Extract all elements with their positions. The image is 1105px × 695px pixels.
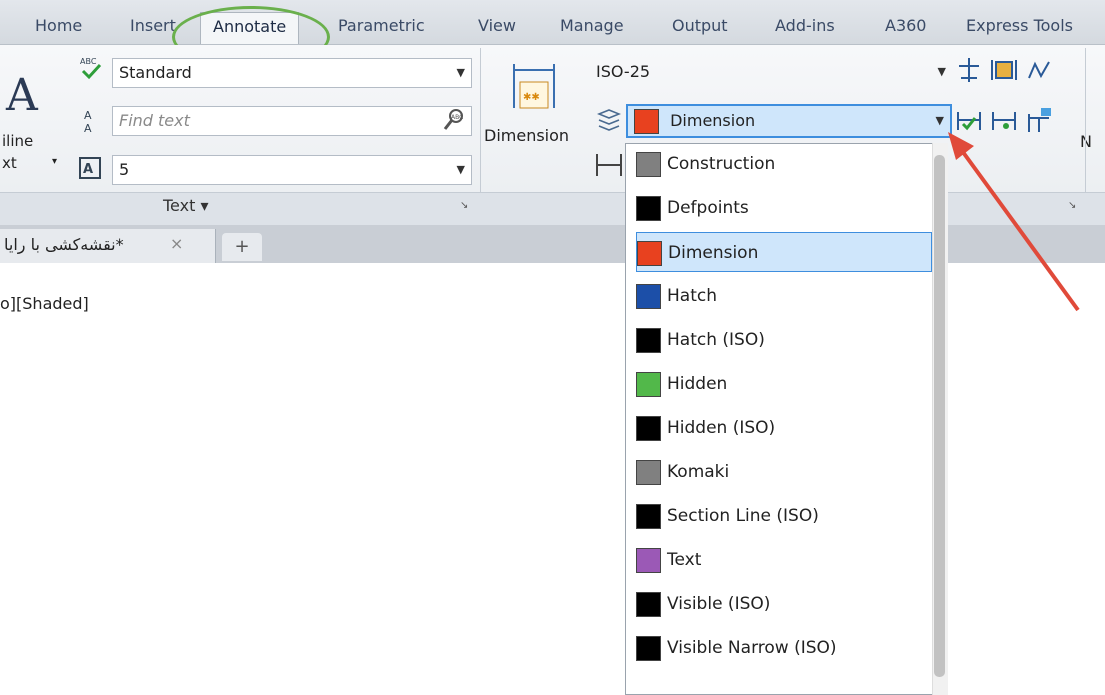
tab-parametric[interactable]: Parametric [338, 16, 425, 35]
layer-color-swatch [634, 109, 659, 134]
tab-view[interactable]: View [478, 16, 516, 35]
dim-break-icon[interactable] [955, 56, 983, 88]
layer-option-construction[interactable]: Construction [636, 144, 932, 184]
dimension-button-label[interactable]: Dimension [484, 126, 569, 145]
tab-home[interactable]: Home [35, 16, 82, 35]
red-arrow-annotation [940, 130, 1090, 324]
layer-option-label: Komaki [667, 462, 730, 482]
color-swatch [636, 151, 661, 177]
layers-icon[interactable] [596, 108, 622, 136]
svg-text:ABC: ABC [80, 57, 97, 66]
layer-option-visible-narrow-iso[interactable]: Visible Narrow (ISO) [636, 628, 932, 668]
chevron-down-icon: ▼ [937, 65, 946, 78]
layer-option-label: Hidden (ISO) [667, 418, 776, 438]
panel-launcher-icon[interactable]: ↘ [460, 200, 468, 211]
tab-insert[interactable]: Insert [130, 16, 176, 35]
color-swatch [636, 327, 661, 353]
spellcheck-icon[interactable]: ABC [78, 55, 104, 81]
tab-output[interactable]: Output [672, 16, 728, 35]
layer-option-komaki[interactable]: Komaki [636, 452, 932, 492]
svg-text:A: A [83, 162, 93, 177]
layer-option-dimension[interactable]: Dimension [636, 232, 932, 272]
text-height-field-icon[interactable]: A [78, 155, 104, 181]
dropdown-arrow-icon[interactable]: ▾ [52, 156, 57, 167]
dimstyle-value: ISO-25 [596, 62, 651, 81]
color-swatch [636, 503, 661, 529]
text-panel-title[interactable]: Text ▾ [163, 196, 208, 215]
layer-option-label: Construction [667, 154, 776, 174]
ribbon-tab-bar: Home Insert Annotate Parametric View Man… [0, 0, 1105, 45]
layer-option-label: Dimension [668, 243, 759, 263]
layer-option-hidden[interactable]: Hidden [636, 364, 932, 404]
color-swatch [636, 283, 661, 309]
viewport-label[interactable]: o][Shaded] [0, 294, 89, 313]
new-tab-button[interactable]: + [222, 233, 262, 261]
tab-annotate[interactable]: Annotate [200, 12, 300, 44]
find-replace-icon[interactable]: ABC [443, 108, 465, 141]
tab-a360[interactable]: A360 [885, 16, 926, 35]
document-tab[interactable]: *نقشه‌کشی با رایا × [0, 229, 216, 263]
close-icon[interactable]: × [170, 234, 183, 253]
dimension-icon[interactable]: ✱✱ [510, 62, 558, 116]
color-swatch [637, 240, 662, 266]
layer-option-hatch-iso[interactable]: Hatch (ISO) [636, 320, 932, 360]
multiline-text-label-2[interactable]: xt [2, 154, 17, 172]
chevron-down-icon: ▼ [456, 66, 465, 79]
layer-option-defpoints[interactable]: Defpoints [636, 188, 932, 228]
color-swatch [636, 635, 661, 661]
layer-option-label: Defpoints [667, 198, 749, 218]
layer-option-hidden-iso[interactable]: Hidden (ISO) [636, 408, 932, 448]
color-swatch [636, 371, 661, 397]
color-swatch [636, 547, 661, 573]
layer-option-hatch[interactable]: Hatch [636, 276, 932, 316]
text-style-value: Standard [119, 63, 192, 82]
text-height-value: 5 [119, 160, 130, 179]
text-height-select[interactable]: 5 ▼ [112, 155, 472, 185]
document-tab-title: *نقشه‌کشی با رایا [4, 235, 124, 254]
svg-text:✱✱: ✱✱ [523, 92, 540, 103]
text-style-select[interactable]: Standard ▼ [112, 58, 472, 88]
layer-option-text[interactable]: Text [636, 540, 932, 580]
svg-text:ABC: ABC [451, 114, 463, 121]
layer-option-visible-iso[interactable]: Visible (ISO) [636, 584, 932, 624]
layer-value: Dimension [670, 111, 756, 130]
svg-text:A: A [84, 122, 92, 134]
layer-option-label: Visible Narrow (ISO) [667, 638, 837, 658]
dimstyle-select[interactable]: ISO-25 ▼ [590, 58, 952, 88]
layer-dropdown-list: Construction Defpoints Dimension Hatch H… [625, 143, 947, 695]
dim-jog-icon[interactable] [1025, 56, 1053, 88]
tab-manage[interactable]: Manage [560, 16, 624, 35]
tab-express-tools[interactable]: Express Tools [966, 16, 1073, 35]
layer-option-section-line-iso[interactable]: Section Line (ISO) [636, 496, 932, 536]
color-swatch [636, 195, 661, 221]
svg-text:A: A [84, 109, 92, 122]
layer-option-label: Hatch (ISO) [667, 330, 765, 350]
multiline-text-label-1[interactable]: iline [2, 132, 33, 150]
color-swatch [636, 415, 661, 441]
tab-add-ins[interactable]: Add-ins [775, 16, 835, 35]
layer-option-label: Visible (ISO) [667, 594, 771, 614]
text-height-icon[interactable]: AA [78, 108, 104, 135]
find-text-placeholder: Find text [119, 111, 190, 130]
multiline-text-icon[interactable]: A [6, 70, 38, 121]
layer-option-label: Hidden [667, 374, 728, 394]
layer-option-label: Hatch [667, 286, 717, 306]
find-text-input[interactable]: Find text ABC [112, 106, 472, 136]
dimension-layer-select[interactable]: Dimension ▼ [626, 104, 952, 138]
color-swatch [636, 591, 661, 617]
linear-dim-icon[interactable] [594, 150, 624, 184]
chevron-down-icon: ▼ [456, 163, 465, 176]
dim-adjust-space-icon[interactable] [990, 56, 1018, 88]
color-swatch [636, 459, 661, 485]
layer-option-label: Section Line (ISO) [667, 506, 819, 526]
layer-option-label: Text [667, 550, 702, 570]
